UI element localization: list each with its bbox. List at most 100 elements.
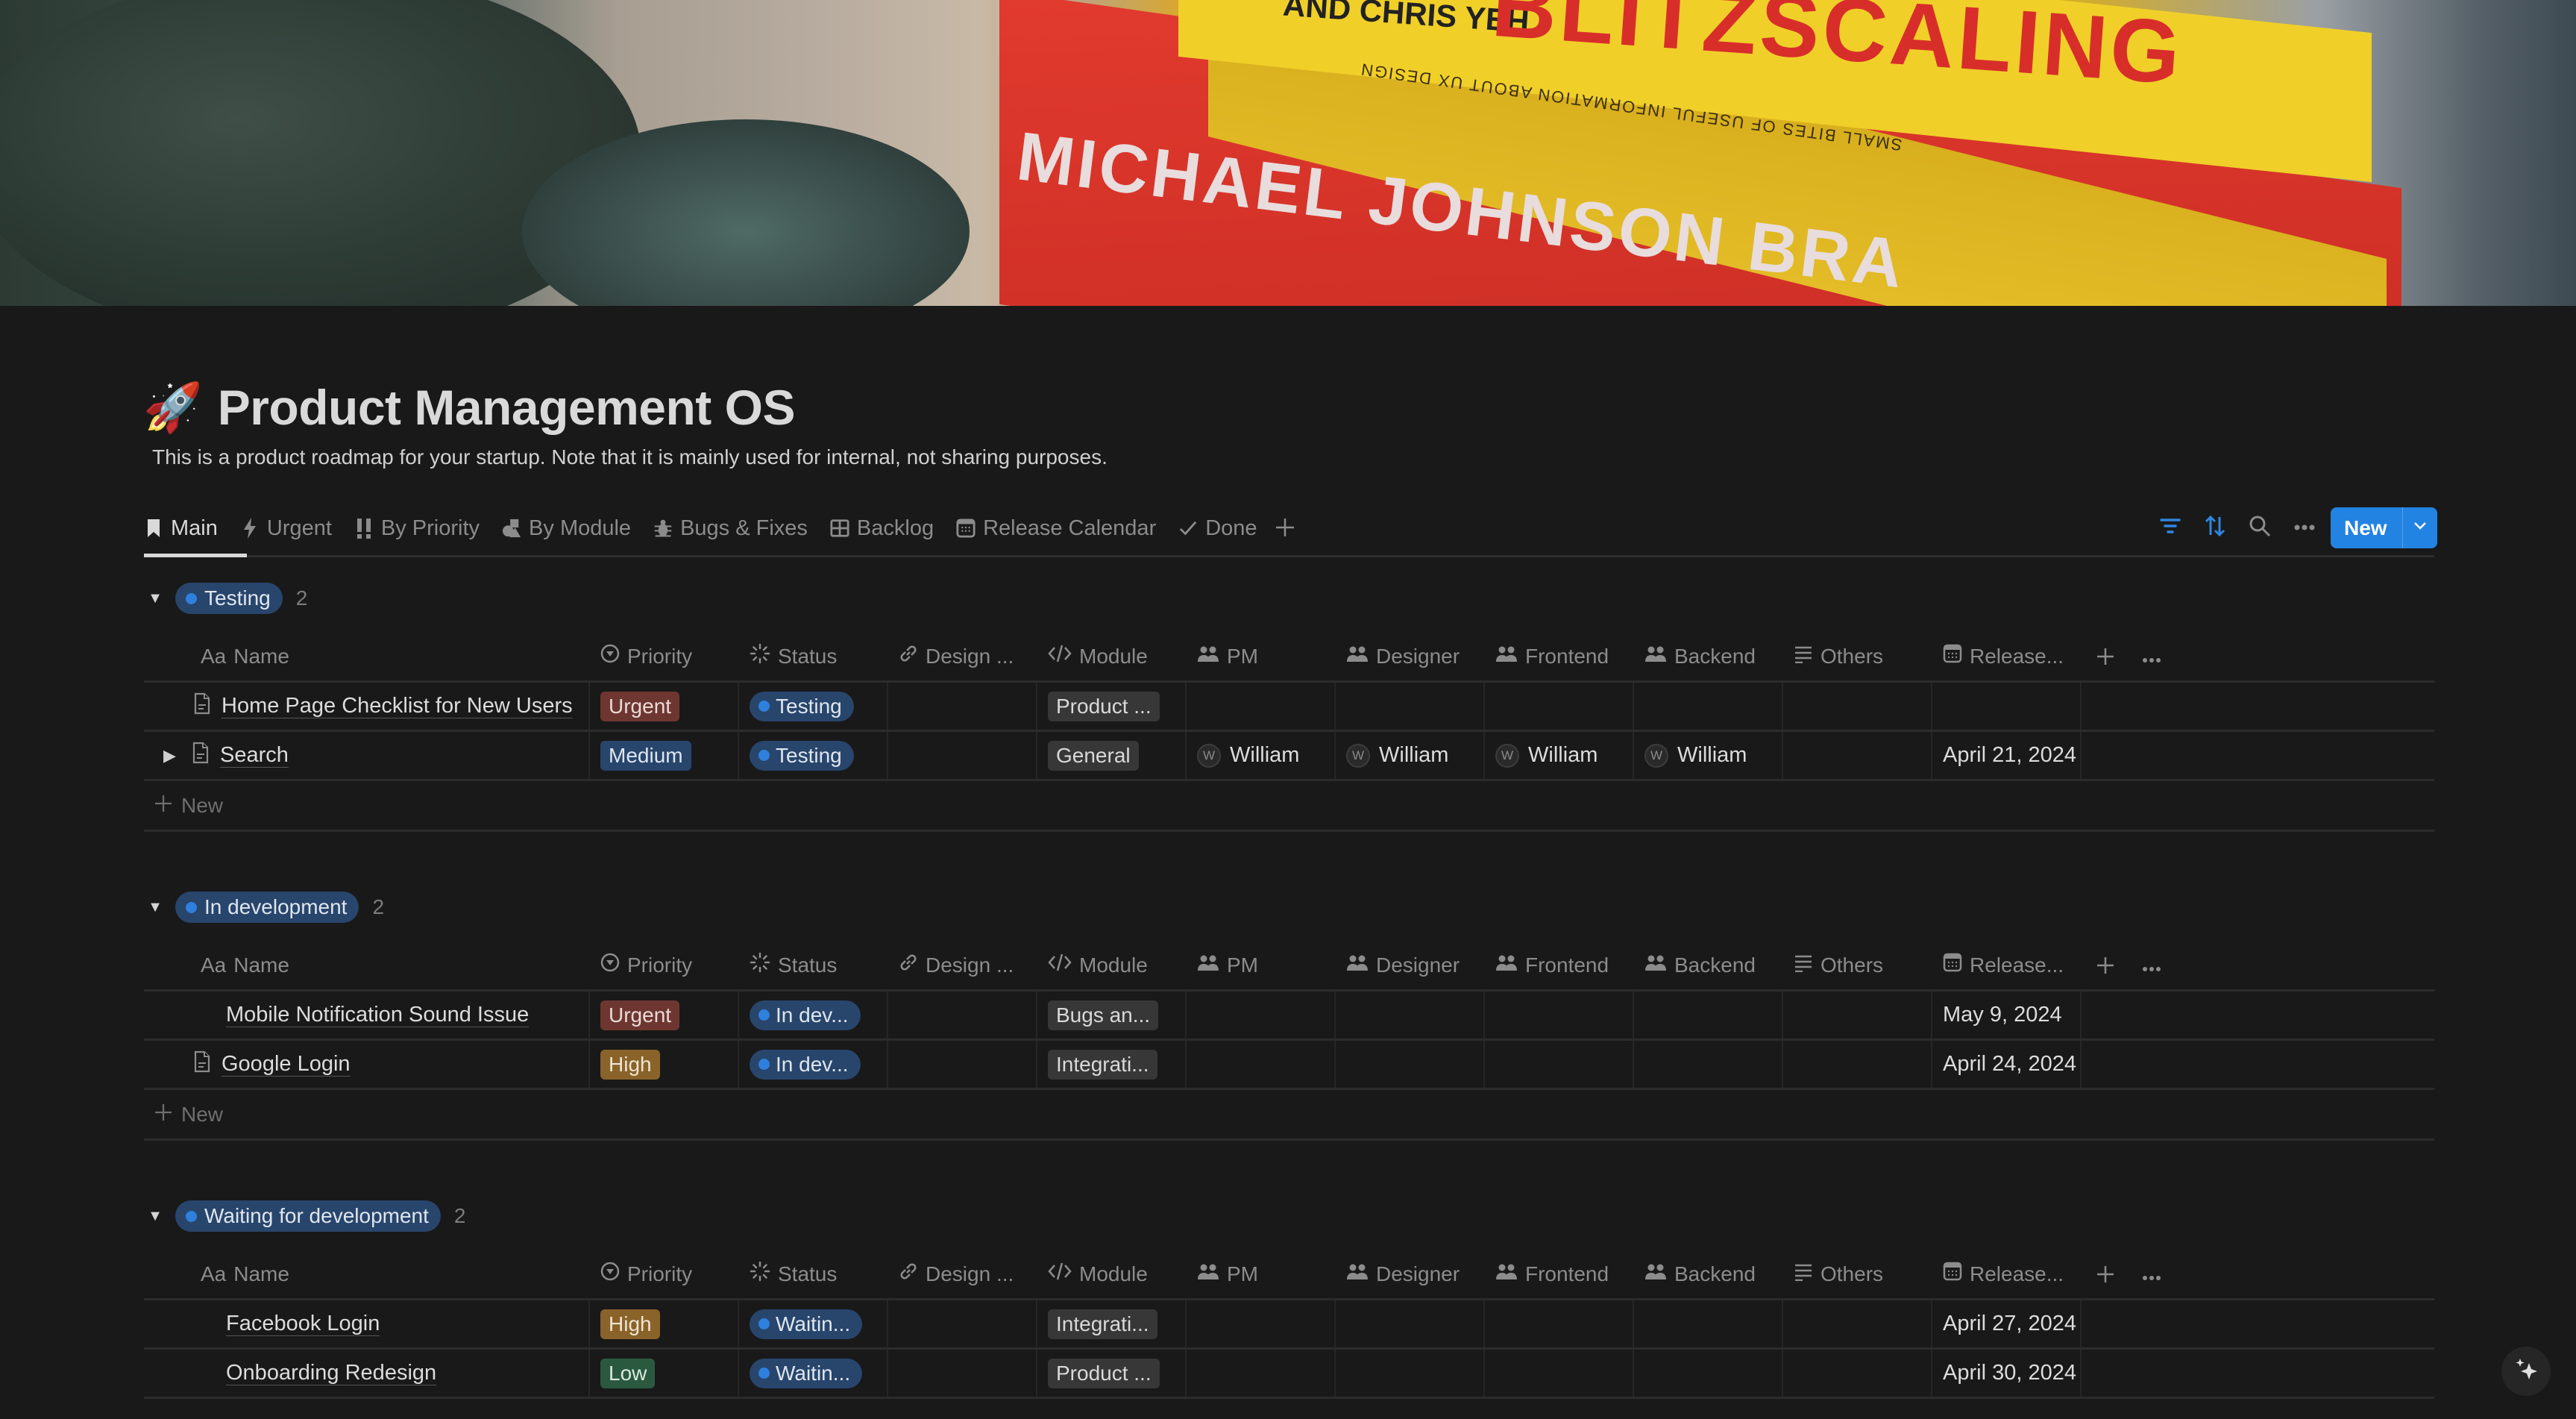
column-header-list[interactable]: Others: [1783, 1250, 1932, 1298]
module-cell[interactable]: General: [1037, 732, 1187, 779]
name-cell[interactable]: Onboarding Redesign: [144, 1350, 590, 1397]
filter-button[interactable]: [2148, 507, 2193, 548]
designer-cell[interactable]: W William: [1336, 732, 1485, 779]
column-header-list[interactable]: Others: [1783, 632, 1932, 680]
group-toggle[interactable]: ▼: [144, 587, 166, 610]
table-row[interactable]: Mobile Notification Sound Issue Urgent In …: [144, 992, 2434, 1041]
priority-cell[interactable]: Urgent: [590, 683, 739, 730]
sort-button[interactable]: [2193, 507, 2237, 548]
tab-by-module[interactable]: By Module: [502, 512, 631, 545]
column-header-people[interactable]: PM: [1187, 632, 1336, 680]
add-new-row-button[interactable]: New: [144, 1090, 2434, 1141]
designer-cell[interactable]: [1336, 1041, 1485, 1088]
column-header-calendar[interactable]: Release...: [1932, 941, 2082, 989]
expand-subitems-button[interactable]: ▶: [163, 746, 181, 765]
page-cover-image[interactable]: AND CHRIS YEH BLITZSCALING SMALL BITES O…: [0, 0, 2576, 306]
design-link-cell[interactable]: [888, 683, 1037, 730]
column-header-people[interactable]: Designer: [1336, 632, 1485, 680]
module-cell[interactable]: Product ...: [1037, 1350, 1187, 1397]
priority-cell[interactable]: High: [590, 1300, 739, 1347]
column-header-code[interactable]: Module: [1037, 632, 1187, 680]
group-toggle[interactable]: ▼: [144, 896, 166, 918]
backend-cell[interactable]: [1634, 992, 1783, 1039]
release-date-cell[interactable]: April 21, 2024: [1932, 732, 2082, 779]
module-cell[interactable]: Bugs an...: [1037, 992, 1187, 1039]
column-header-select[interactable]: Priority: [590, 632, 739, 680]
rocket-icon[interactable]: 🚀: [143, 383, 203, 431]
release-date-cell[interactable]: May 9, 2024: [1932, 992, 2082, 1039]
tab-main[interactable]: Main: [144, 512, 218, 545]
name-cell[interactable]: ▶ Search: [144, 732, 590, 779]
status-cell[interactable]: Testing: [739, 683, 888, 730]
row-title-link[interactable]: Onboarding Redesign: [226, 1361, 436, 1385]
frontend-cell[interactable]: [1485, 683, 1634, 730]
name-cell[interactable]: Mobile Notification Sound Issue: [144, 992, 590, 1039]
frontend-cell[interactable]: [1485, 992, 1634, 1039]
priority-cell[interactable]: Medium: [590, 732, 739, 779]
name-cell[interactable]: Google Login: [144, 1041, 590, 1088]
release-date-cell[interactable]: [1932, 683, 2082, 730]
add-view-button[interactable]: [1275, 512, 1295, 545]
column-header-Aa[interactable]: Aa Name: [144, 1250, 590, 1298]
row-title-link[interactable]: Search: [220, 743, 289, 768]
tab-by-priority[interactable]: By Priority: [354, 512, 480, 545]
frontend-cell[interactable]: W William: [1485, 732, 1634, 779]
tab-done[interactable]: Done: [1178, 512, 1257, 545]
column-header-Aa[interactable]: Aa Name: [144, 632, 590, 680]
priority-cell[interactable]: Urgent: [590, 992, 739, 1039]
column-header-status[interactable]: Status: [739, 1250, 888, 1298]
frontend-cell[interactable]: [1485, 1041, 1634, 1088]
backend-cell[interactable]: W William: [1634, 732, 1783, 779]
add-property-button[interactable]: [2082, 632, 2129, 680]
status-cell[interactable]: Testing: [739, 732, 888, 779]
design-link-cell[interactable]: [888, 1350, 1037, 1397]
row-title-link[interactable]: Mobile Notification Sound Issue: [226, 1003, 529, 1027]
column-header-status[interactable]: Status: [739, 941, 888, 989]
column-header-calendar[interactable]: Release...: [1932, 632, 2082, 680]
backend-cell[interactable]: [1634, 683, 1783, 730]
column-header-link[interactable]: Design ...: [888, 1250, 1037, 1298]
pm-cell[interactable]: [1187, 1300, 1336, 1347]
tab-release-calendar[interactable]: Release Calendar: [956, 512, 1156, 545]
column-header-link[interactable]: Design ...: [888, 941, 1037, 989]
column-header-code[interactable]: Module: [1037, 941, 1187, 989]
column-header-people[interactable]: Backend: [1634, 941, 1783, 989]
frontend-cell[interactable]: [1485, 1350, 1634, 1397]
design-link-cell[interactable]: [888, 1300, 1037, 1347]
page-description[interactable]: This is a product roadmap for your start…: [152, 445, 1108, 469]
table-more-button[interactable]: [2129, 1250, 2174, 1298]
column-header-people[interactable]: Frontend: [1485, 632, 1634, 680]
others-cell[interactable]: [1783, 732, 1932, 779]
status-cell[interactable]: Waitin...: [739, 1300, 888, 1347]
name-cell[interactable]: Facebook Login: [144, 1300, 590, 1347]
pm-cell[interactable]: [1187, 992, 1336, 1039]
table-row[interactable]: Google Login High In dev... Integrati... Apr…: [144, 1041, 2434, 1090]
backend-cell[interactable]: [1634, 1041, 1783, 1088]
design-link-cell[interactable]: [888, 1041, 1037, 1088]
designer-cell[interactable]: [1336, 1300, 1485, 1347]
column-header-people[interactable]: Designer: [1336, 1250, 1485, 1298]
column-header-Aa[interactable]: Aa Name: [144, 941, 590, 989]
pm-cell[interactable]: W William: [1187, 732, 1336, 779]
table-row[interactable]: ▶ Search Medium Testing General W William W Will…: [144, 732, 2434, 781]
designer-cell[interactable]: [1336, 992, 1485, 1039]
table-row[interactable]: Home Page Checklist for New Users Urgent T…: [144, 683, 2434, 732]
page-title-text[interactable]: Product Management OS: [218, 379, 796, 436]
table-more-button[interactable]: [2129, 632, 2174, 680]
frontend-cell[interactable]: [1485, 1300, 1634, 1347]
search-button[interactable]: [2237, 507, 2282, 548]
priority-cell[interactable]: Low: [590, 1350, 739, 1397]
row-title-link[interactable]: Home Page Checklist for New Users: [222, 694, 573, 718]
add-new-row-button[interactable]: New: [144, 781, 2434, 832]
column-header-people[interactable]: Backend: [1634, 1250, 1783, 1298]
status-cell[interactable]: Waitin...: [739, 1350, 888, 1397]
pm-cell[interactable]: [1187, 1350, 1336, 1397]
designer-cell[interactable]: [1336, 683, 1485, 730]
column-header-people[interactable]: Designer: [1336, 941, 1485, 989]
status-cell[interactable]: In dev...: [739, 1041, 888, 1088]
column-header-list[interactable]: Others: [1783, 941, 1932, 989]
backend-cell[interactable]: [1634, 1300, 1783, 1347]
backend-cell[interactable]: [1634, 1350, 1783, 1397]
name-cell[interactable]: Home Page Checklist for New Users: [144, 683, 590, 730]
ai-assistant-button[interactable]: [2501, 1347, 2551, 1396]
